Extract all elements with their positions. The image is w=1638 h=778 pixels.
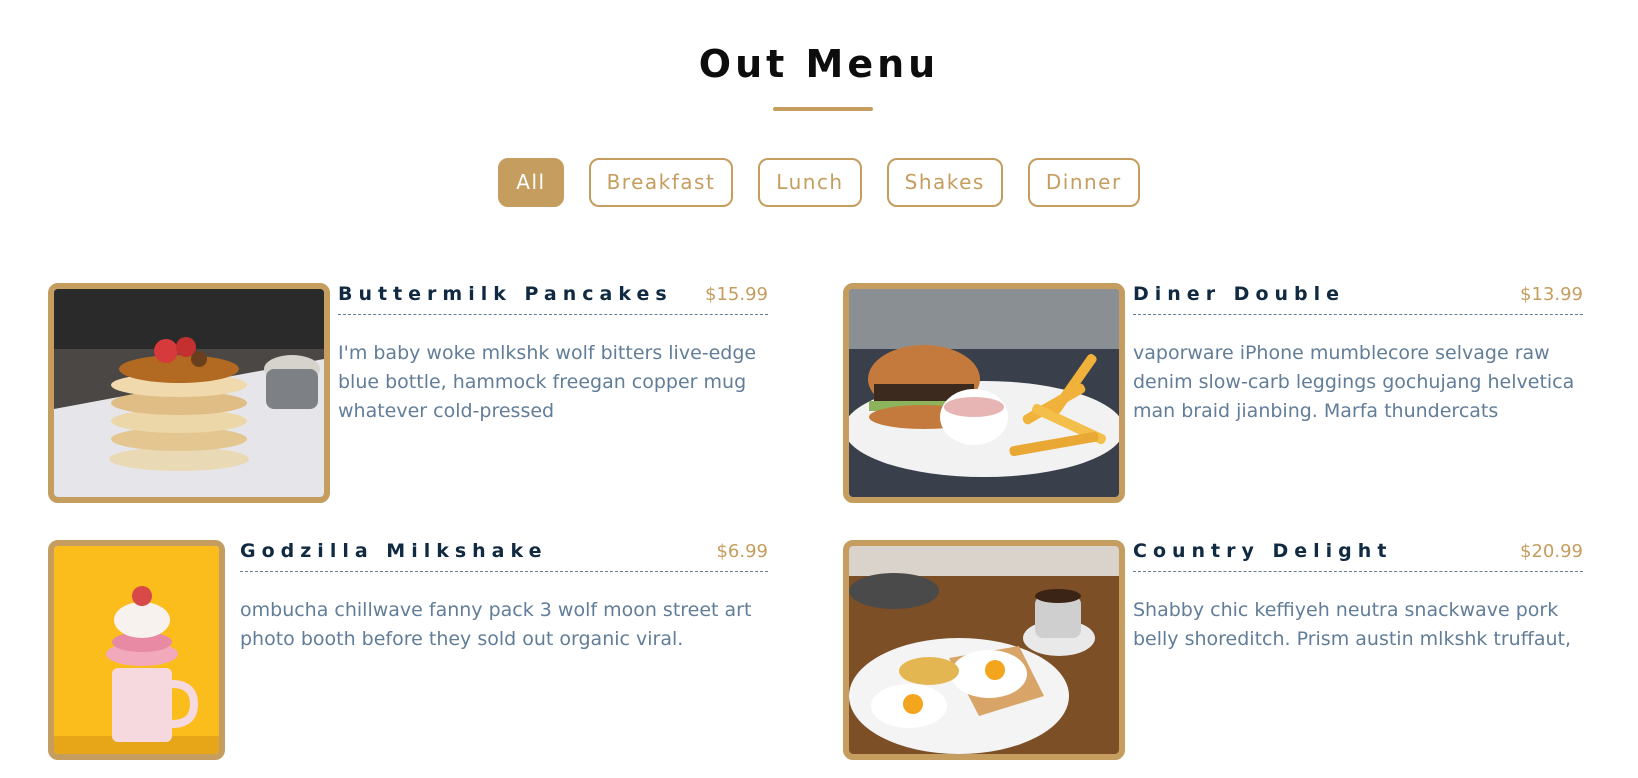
- title-underline: [773, 107, 873, 111]
- item-name: Diner Double: [1133, 283, 1346, 305]
- filter-lunch-button[interactable]: Lunch: [758, 158, 862, 207]
- filter-shakes-button[interactable]: Shakes: [886, 158, 1003, 207]
- item-description: ombucha chillwave fanny pack 3 wolf moon…: [240, 599, 752, 650]
- item-price: $20.99: [1520, 541, 1583, 562]
- item-name: Godzilla Milkshake: [240, 540, 548, 562]
- item-price: $6.99: [716, 541, 768, 562]
- burger-photo: [843, 283, 1125, 503]
- filter-breakfast-button[interactable]: Breakfast: [588, 158, 734, 207]
- menu-item: Diner Double $13.99 vaporware iPhone mum…: [843, 283, 1603, 503]
- item-name: Country Delight: [1133, 540, 1393, 562]
- filter-all-button[interactable]: All: [498, 158, 564, 207]
- pancakes-photo: [48, 283, 330, 503]
- milkshake-photo: [48, 540, 225, 760]
- filter-dinner-button[interactable]: Dinner: [1027, 158, 1140, 207]
- filter-bar: All Breakfast Lunch Shakes Dinner: [0, 158, 1638, 207]
- item-name: Buttermilk Pancakes: [338, 283, 673, 305]
- item-description: I'm baby woke mlkshk wolf bitters live-e…: [338, 342, 757, 422]
- menu-item: Buttermilk Pancakes $15.99 I'm baby woke…: [48, 283, 808, 503]
- item-description: vaporware iPhone mumblecore selvage raw …: [1133, 342, 1575, 422]
- page-title: Out Menu: [698, 42, 940, 86]
- item-price: $15.99: [705, 284, 768, 305]
- item-description: Shabby chic keffiyeh neutra snackwave po…: [1133, 599, 1571, 650]
- menu-item: Country Delight $20.99 Shabby chic keffi…: [843, 540, 1603, 760]
- item-price: $13.99: [1520, 284, 1583, 305]
- menu-item: Godzilla Milkshake $6.99 ombucha chillwa…: [48, 540, 808, 760]
- eggs-photo: [843, 540, 1125, 760]
